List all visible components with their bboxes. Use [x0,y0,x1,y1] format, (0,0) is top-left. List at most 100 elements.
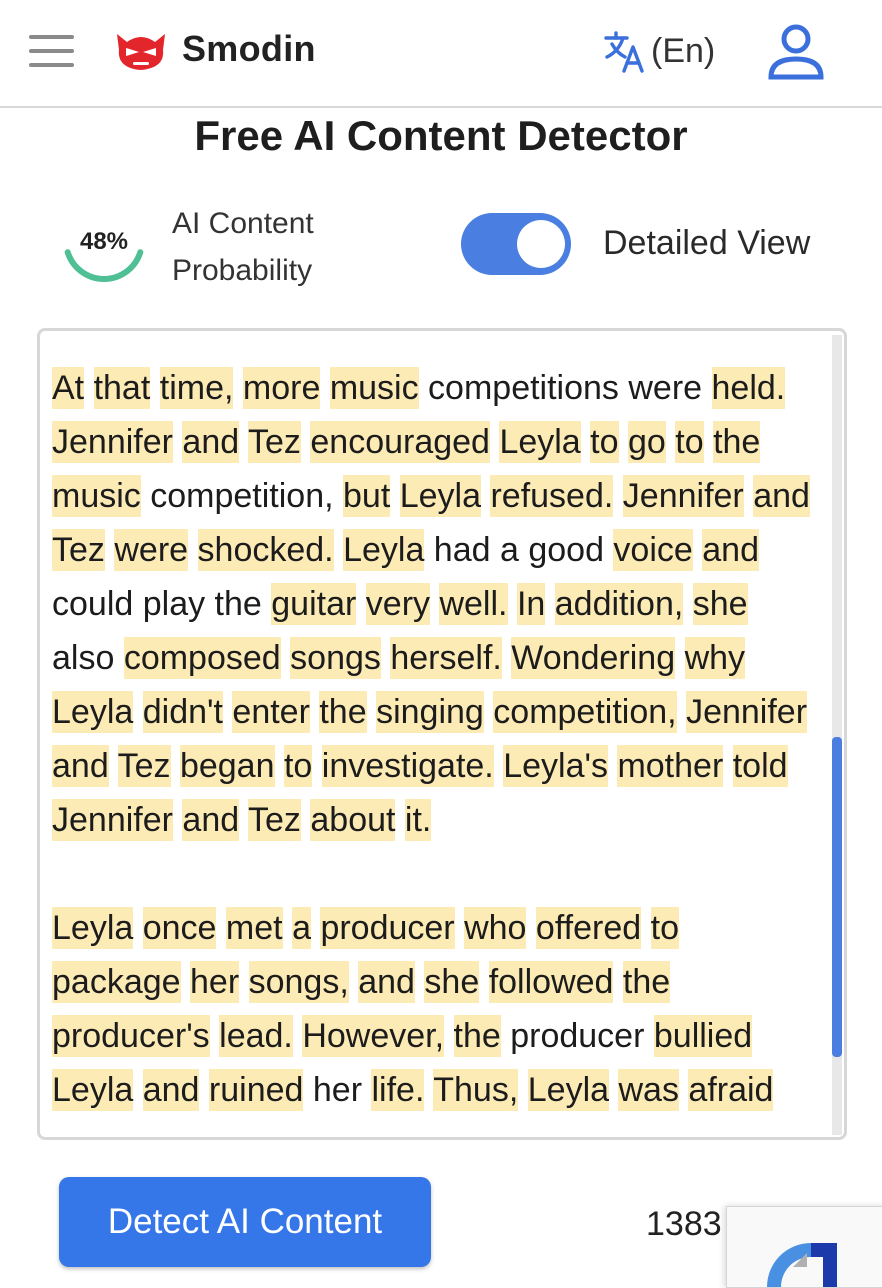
ai-highlighted-word: ruined [208,1069,304,1111]
ai-highlighted-word: encouraged [310,421,490,463]
smodin-logo-icon[interactable] [113,28,169,72]
ai-highlighted-word: and [52,745,109,787]
ai-highlighted-word: the [453,1015,501,1057]
ai-highlighted-word: offered [535,907,642,949]
ai-highlighted-word: music [52,475,141,517]
plain-text [677,693,686,731]
ai-highlighted-word: that [93,367,151,409]
top-bar: Smodin (En) [0,0,882,108]
analyzed-text-area[interactable]: At that time, more music competitions we… [37,328,847,1140]
ai-highlighted-word: a [292,907,311,949]
plain-text [675,639,684,677]
plain-text [199,1071,208,1109]
ai-highlighted-word: mother [617,745,724,787]
ai-highlighted-word: Tez [117,745,171,787]
plain-text [133,909,142,947]
plain-text [239,801,248,839]
ai-highlighted-word: Jennifer [686,691,808,733]
ai-highlighted-word: the [713,421,761,463]
ai-highlighted-word: Leyla [52,691,134,733]
recaptcha-icon [767,1243,837,1287]
plain-text [613,477,622,515]
detect-ai-content-button[interactable]: Detect AI Content [59,1177,431,1267]
ai-highlighted-word: and [702,529,759,571]
ai-highlighted-word: At [52,367,85,409]
detailed-view-label: Detailed View [603,224,811,262]
plain-text: her [303,1071,372,1109]
plain-text: also [52,639,124,677]
text-paragraph: At that time, more music competitions we… [52,361,812,847]
ai-highlighted-word: Thus, [433,1069,519,1111]
plain-text [105,531,114,569]
plain-text [109,747,118,785]
toggle-knob [517,220,565,268]
plain-text [334,531,343,569]
ai-highlighted-word: music [329,367,419,409]
ai-highlighted-word: producer's [52,1015,210,1057]
plain-text [312,747,321,785]
ai-highlighted-word: Tez [248,421,301,463]
ai-highlighted-word: her [190,961,240,1003]
user-account-icon[interactable] [765,22,827,82]
plain-text [502,639,511,677]
ai-highlighted-word: Leyla [527,1069,610,1111]
ai-highlighted-word: Leyla [343,529,425,571]
ai-highlighted-word: competition, [493,691,677,733]
ai-highlighted-word: once [142,907,217,949]
ai-highlighted-word: time, [159,367,234,409]
ai-highlighted-word: life. [371,1069,425,1111]
plain-text [281,639,290,677]
ai-highlighted-word: singing [376,691,484,733]
ai-highlighted-word: In [516,583,546,625]
plain-text [704,423,713,461]
plain-text: competition, [140,477,344,515]
plain-text [683,585,692,623]
plain-text [173,423,182,461]
plain-text [679,1071,688,1109]
ai-highlighted-word: and [182,421,240,463]
ai-highlighted-word: Tez [248,799,301,841]
ai-highlighted-word: and [753,475,810,517]
ai-probability-label-line1: AI Content [172,207,314,240]
plain-text [526,909,535,947]
plain-text [320,369,329,407]
ai-highlighted-word: enter [232,691,310,733]
language-selector[interactable]: (En) [603,28,715,74]
recaptcha-badge[interactable] [726,1206,882,1288]
ai-highlighted-word: composed [123,637,281,679]
ai-highlighted-word: Leyla [499,421,581,463]
ai-highlighted-word: Wondering [511,637,676,679]
ai-highlighted-word: the [319,691,367,733]
plain-text: had a good [424,531,614,569]
plain-text [133,1071,142,1109]
ai-highlighted-word: addition, [554,583,684,625]
plain-text [301,801,310,839]
ai-highlighted-word: Leyla [52,1069,134,1111]
plain-text [581,423,590,461]
plain-text [216,909,225,947]
plain-text [150,369,159,407]
menu-icon[interactable] [29,35,74,67]
analyzed-text: At that time, more music competitions we… [52,361,812,1137]
ai-highlighted-word: were [114,529,189,571]
plain-text [508,585,517,623]
ai-probability-value: 48% [79,228,129,255]
ai-highlighted-word: Jennifer [52,421,173,463]
ai-highlighted-word: package [52,961,181,1003]
plain-text [613,963,622,1001]
scrollbar-thumb[interactable] [832,737,842,1057]
ai-highlighted-word: didn't [142,691,223,733]
detailed-view-toggle[interactable] [461,213,571,275]
plain-text [641,909,650,947]
ai-highlighted-word: and [182,799,240,841]
ai-highlighted-word: Leyla [399,475,482,517]
plain-text [545,585,554,623]
ai-highlighted-word: was [618,1069,679,1111]
plain-text [239,963,248,1001]
ai-highlighted-word: it. [404,799,432,841]
plain-text [173,801,182,839]
plain-text [84,369,93,407]
ai-highlighted-word: the [622,961,671,1003]
ai-highlighted-word: Tez [52,529,105,571]
brand-name[interactable]: Smodin [182,28,316,70]
